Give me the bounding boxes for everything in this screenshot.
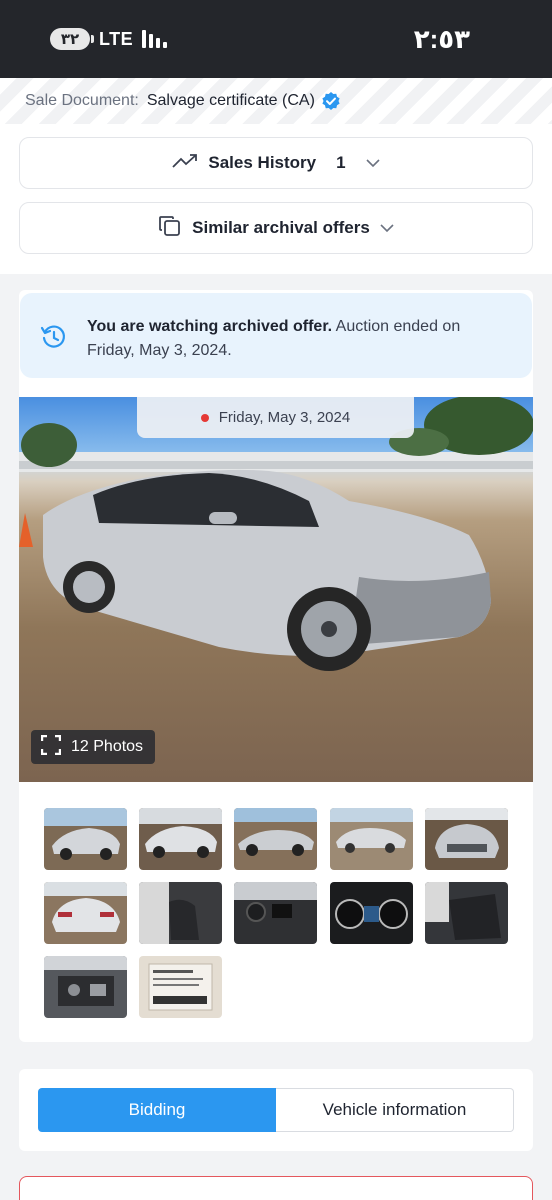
tab-vehicle-information[interactable]: Vehicle information bbox=[276, 1088, 514, 1132]
similar-offers-label: Similar archival offers bbox=[192, 218, 370, 237]
alert-box bbox=[19, 1176, 533, 1200]
sales-history-accordion[interactable]: Sales History 1 bbox=[19, 137, 533, 189]
history-icon bbox=[40, 323, 68, 351]
view-all-photos-button[interactable]: 12 Photos bbox=[31, 730, 156, 764]
auction-date: Friday, May 3, 2024 bbox=[218, 409, 351, 426]
status-indicators: ٣٢ LTE bbox=[50, 28, 168, 50]
chevron-down-icon bbox=[366, 153, 380, 173]
vehicle-photo-illustration bbox=[19, 397, 533, 671]
thumbnail-rear-seats[interactable] bbox=[425, 882, 508, 944]
photos-count-label: 12 Photos bbox=[71, 738, 144, 755]
thumbnail-front-right[interactable] bbox=[330, 808, 413, 870]
thumbnail-side-left[interactable] bbox=[234, 808, 317, 870]
thumbnail-engine-bay[interactable] bbox=[44, 956, 127, 1018]
status-bar: ٣٢ LTE ٢:٥٣ bbox=[0, 0, 552, 78]
copy-icon bbox=[158, 214, 182, 243]
sale-document-value: Salvage certificate (CA) bbox=[146, 92, 315, 109]
sales-history-count: 1 bbox=[336, 153, 346, 172]
status-dot-icon bbox=[200, 413, 209, 422]
signal-icon bbox=[142, 30, 168, 48]
auction-date-badge: Friday, May 3, 2024 bbox=[137, 397, 414, 438]
archived-offer-title: You are watching archived offer. bbox=[87, 318, 333, 335]
verified-badge-icon bbox=[321, 91, 341, 111]
thumbnail-front-seats[interactable] bbox=[139, 882, 222, 944]
battery-icon: ٣٢ bbox=[50, 28, 94, 50]
thumbnail-rear[interactable] bbox=[44, 882, 127, 944]
thumbnail-front-damage[interactable] bbox=[425, 808, 508, 870]
archived-offer-message: You are watching archived offer. Auction… bbox=[87, 315, 497, 363]
sale-document-row: Sale Document: Salvage certificate (CA) bbox=[0, 78, 552, 124]
clock: ٢:٥٣ bbox=[413, 24, 470, 54]
main-vehicle-photo[interactable]: Friday, May 3, 2024 12 Photos bbox=[19, 397, 533, 782]
thumbnail-front-left-2[interactable] bbox=[139, 808, 222, 870]
fullscreen-icon bbox=[40, 734, 62, 760]
thumbnail-front-left[interactable] bbox=[44, 808, 127, 870]
sale-document-label: Sale Document: bbox=[25, 92, 139, 109]
network-type: LTE bbox=[99, 28, 134, 49]
sales-history-label: Sales History bbox=[208, 153, 317, 172]
tab-bidding[interactable]: Bidding bbox=[38, 1088, 276, 1132]
thumbnail-dashboard[interactable] bbox=[234, 882, 317, 944]
trending-up-icon bbox=[172, 153, 198, 174]
chevron-down-icon bbox=[380, 218, 394, 238]
archived-offer-banner: You are watching archived offer. Auction… bbox=[20, 293, 532, 378]
thumbnail-vin-label[interactable] bbox=[139, 956, 222, 1018]
thumbnail-instrument-cluster[interactable] bbox=[330, 882, 413, 944]
similar-offers-accordion[interactable]: Similar archival offers bbox=[19, 202, 533, 254]
